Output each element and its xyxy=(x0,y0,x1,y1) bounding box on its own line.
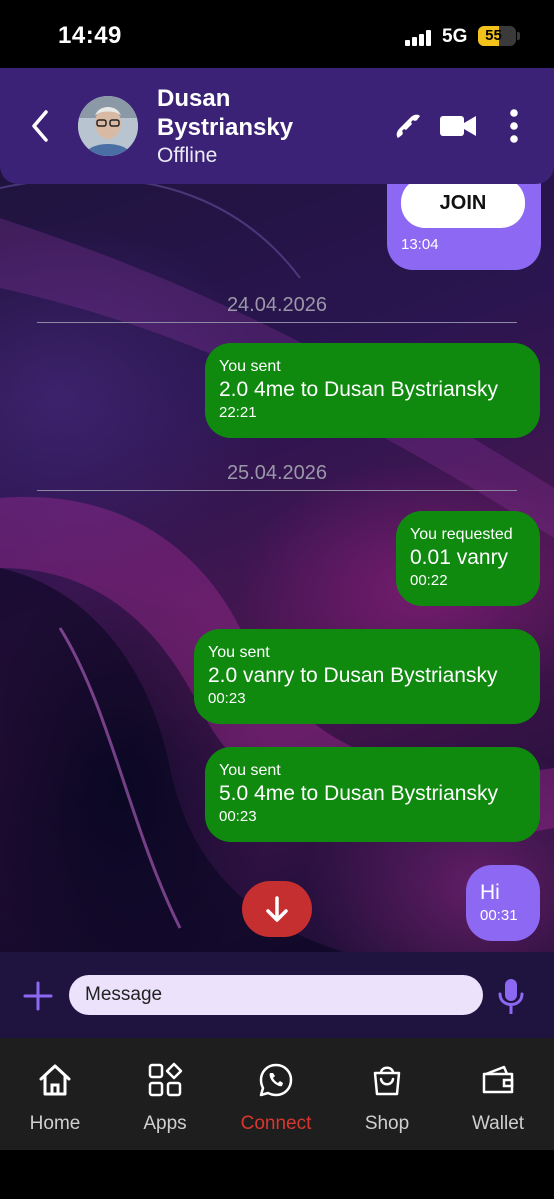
microphone-icon[interactable] xyxy=(497,978,525,1014)
message-input[interactable] xyxy=(69,975,483,1015)
contact-name[interactable]: Dusan Bystriansky xyxy=(157,84,357,142)
contact-status: Offline xyxy=(157,144,218,167)
nav-label: Apps xyxy=(143,1113,187,1134)
chat-header: Dusan Bystriansky Offline xyxy=(0,68,554,184)
shop-icon xyxy=(373,1066,401,1096)
message-text: 2.0 4me to Dusan Bystriansky xyxy=(219,378,498,401)
battery-cap xyxy=(517,32,520,40)
status-time: 14:49 xyxy=(58,22,122,49)
back-arrow-icon[interactable] xyxy=(26,108,56,144)
scroll-to-bottom-button[interactable] xyxy=(242,881,312,937)
message-text: 5.0 4me to Dusan Bystriansky xyxy=(219,782,498,805)
message-time: 13:04 xyxy=(401,236,439,253)
nav-item-wallet[interactable]: Wallet xyxy=(443,1038,553,1150)
date-separator: 25.04.2026 xyxy=(37,462,517,491)
message-composer xyxy=(0,952,554,1038)
more-options-icon[interactable] xyxy=(504,108,524,144)
nav-label: Home xyxy=(29,1113,81,1134)
signal-icon xyxy=(405,30,435,46)
avatar-photo-icon xyxy=(78,96,138,156)
nav-item-home[interactable]: Home xyxy=(0,1038,110,1150)
arrow-down-icon xyxy=(266,896,288,922)
apps-icon xyxy=(148,1062,183,1097)
message-title: You requested xyxy=(410,526,513,543)
sent-message-bubble[interactable]: You sent 5.0 4me to Dusan Bystriansky 00… xyxy=(205,747,540,842)
home-icon xyxy=(39,1064,71,1096)
nav-item-connect[interactable]: Connect xyxy=(221,1038,331,1150)
nav-label: Shop xyxy=(364,1113,410,1134)
avatar[interactable] xyxy=(78,96,138,156)
message-text: Hi xyxy=(480,881,500,904)
sent-message-bubble[interactable]: You sent 2.0 4me to Dusan Bystriansky 22… xyxy=(205,343,540,438)
message-text: 0.01 vanry xyxy=(410,546,509,569)
bottom-navigation: Home Apps Connect Shop Wallet xyxy=(0,1038,554,1150)
message-time: 00:23 xyxy=(208,690,246,707)
message-time: 00:31 xyxy=(480,907,518,924)
nav-label: Connect xyxy=(240,1113,312,1134)
own-message-bubble[interactable]: Hi 00:31 xyxy=(466,865,540,941)
video-call-icon[interactable] xyxy=(440,114,476,138)
connect-icon xyxy=(259,1063,293,1097)
home-indicator-area xyxy=(0,1150,554,1199)
message-title: You sent xyxy=(219,762,281,779)
phone-icon[interactable] xyxy=(392,110,424,142)
wallet-icon xyxy=(482,1065,514,1094)
message-time: 00:23 xyxy=(219,808,257,825)
join-button[interactable]: JOIN xyxy=(401,178,525,228)
message-time: 00:22 xyxy=(410,572,448,589)
message-text: 2.0 vanry to Dusan Bystriansky xyxy=(208,664,498,687)
battery-icon: 55 xyxy=(478,26,516,46)
status-bar: 14:49 5G 55 xyxy=(0,0,554,68)
nav-label: Wallet xyxy=(471,1113,525,1134)
plus-icon[interactable] xyxy=(22,980,54,1012)
network-type: 5G xyxy=(442,26,468,47)
nav-item-apps[interactable]: Apps xyxy=(110,1038,220,1150)
date-separator: 24.04.2026 xyxy=(37,294,517,323)
battery-level: 55 xyxy=(485,27,502,44)
message-time: 22:21 xyxy=(219,404,257,421)
nav-item-shop[interactable]: Shop xyxy=(332,1038,442,1150)
message-title: You sent xyxy=(208,644,270,661)
message-title: You sent xyxy=(219,358,281,375)
request-message-bubble[interactable]: You requested 0.01 vanry 00:22 xyxy=(396,511,540,606)
sent-message-bubble[interactable]: You sent 2.0 vanry to Dusan Bystriansky … xyxy=(194,629,540,724)
